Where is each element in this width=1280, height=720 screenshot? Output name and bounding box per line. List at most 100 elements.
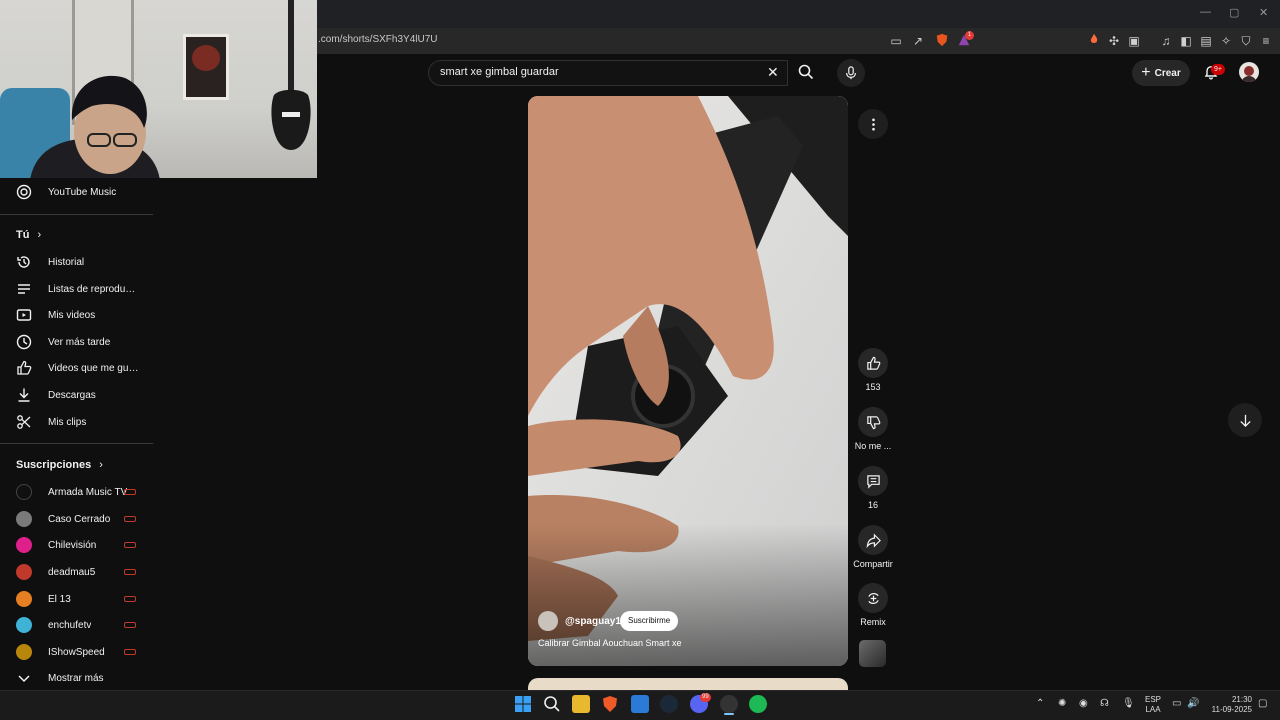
download-icon bbox=[0, 387, 48, 403]
search-icon[interactable] bbox=[798, 64, 814, 85]
sidebar-item-watch-later[interactable]: Ver más tarde bbox=[0, 329, 155, 355]
sidebar-item-youtube-music[interactable]: YouTube Music bbox=[0, 179, 155, 205]
next-short-preview[interactable] bbox=[528, 678, 848, 690]
close-window-icon[interactable]: ✕ bbox=[1259, 6, 1268, 19]
sidebar-item-label: Historial bbox=[48, 256, 85, 268]
channel-handle[interactable]: @spaguay1 bbox=[565, 616, 621, 627]
share-page-icon[interactable]: ↗ bbox=[910, 33, 926, 49]
clock[interactable]: 21:30 11-09-2025 bbox=[1210, 695, 1252, 715]
sidebar-item-label: Armada Music TV bbox=[48, 486, 128, 498]
show-more-button[interactable]: Mostrar más bbox=[0, 665, 155, 691]
input-language[interactable]: ESP LAA bbox=[1145, 695, 1161, 715]
share-button[interactable] bbox=[858, 525, 888, 555]
remix-label: Remix bbox=[860, 617, 886, 627]
account-avatar[interactable] bbox=[1239, 62, 1259, 82]
tray-chevron-up-icon[interactable]: ⌃ bbox=[1036, 698, 1044, 709]
fire-icon[interactable] bbox=[1086, 33, 1102, 49]
spotify-icon[interactable] bbox=[749, 695, 767, 713]
tray-app-icon[interactable]: ✺ bbox=[1058, 698, 1066, 709]
webcam-person bbox=[30, 75, 160, 178]
sidebar-sub-el13[interactable]: El 13 bbox=[0, 586, 155, 612]
voice-search-button[interactable] bbox=[837, 59, 865, 87]
playlist-icon bbox=[0, 281, 48, 297]
sidebar-item-label: Descargas bbox=[48, 389, 96, 401]
clear-search-icon[interactable]: ✕ bbox=[767, 64, 779, 81]
webcam-overlay bbox=[0, 0, 317, 178]
sidebar-item-label: Caso Cerrado bbox=[48, 513, 111, 525]
sidebar-sub-armada[interactable]: Armada Music TV bbox=[0, 479, 155, 505]
thumbs-down-icon bbox=[866, 415, 880, 429]
sidebar-item-downloads[interactable]: Descargas bbox=[0, 382, 155, 408]
sidebar-item-label: enchufetv bbox=[48, 619, 92, 631]
subscriptions-heading[interactable]: Suscripciones › bbox=[16, 459, 103, 471]
media-icon[interactable]: ♫ bbox=[1158, 33, 1174, 49]
screenshot-icon[interactable]: ▣ bbox=[1126, 33, 1142, 49]
sidebar-sub-caso-cerrado[interactable]: Caso Cerrado bbox=[0, 506, 155, 532]
brave-browser-icon[interactable] bbox=[601, 695, 619, 713]
discord-badge: 99 bbox=[700, 693, 711, 702]
subscribe-button[interactable]: Suscribirme bbox=[620, 611, 679, 631]
headset-icon[interactable]: ☊ bbox=[1100, 698, 1109, 709]
vertical-dots-icon bbox=[871, 118, 875, 130]
taskbar-search-icon[interactable] bbox=[543, 695, 561, 713]
live-indicator bbox=[124, 596, 136, 602]
short-video-player[interactable]: @spaguay1 Suscribirme Calibrar Gimbal Ao… bbox=[528, 96, 848, 666]
wallet-icon[interactable]: ▤ bbox=[1198, 33, 1214, 49]
sidebar-sub-chilevision[interactable]: Chilevisión bbox=[0, 532, 155, 558]
url-text[interactable]: .com/shorts/SXFh3Y4lU7U bbox=[318, 34, 438, 45]
next-short-button[interactable] bbox=[1228, 403, 1262, 437]
sidebar-item-clips[interactable]: Mis clips bbox=[0, 409, 155, 435]
rewards-badge: 1 bbox=[965, 31, 974, 40]
sidebar-sub-deadmau5[interactable]: deadmau5 bbox=[0, 559, 155, 585]
live-indicator bbox=[124, 542, 136, 548]
minimize-icon[interactable]: — bbox=[1200, 6, 1211, 18]
sidebar-toggle-icon[interactable]: ◧ bbox=[1178, 33, 1194, 49]
sidebar-item-liked[interactable]: Videos que me gus... bbox=[0, 355, 155, 381]
sound-thumbnail[interactable] bbox=[859, 640, 886, 667]
sidebar-item-my-videos[interactable]: Mis videos bbox=[0, 302, 155, 328]
more-options-button[interactable] bbox=[858, 109, 888, 139]
volume-icon[interactable]: 🔊 bbox=[1187, 698, 1199, 709]
sidebar-sub-ishowspeed[interactable]: IShowSpeed bbox=[0, 639, 155, 665]
live-indicator bbox=[124, 516, 136, 522]
remix-button[interactable] bbox=[858, 583, 888, 613]
maximize-icon[interactable]: ▢ bbox=[1229, 6, 1239, 19]
channel-avatar[interactable] bbox=[538, 611, 558, 631]
extensions-icon[interactable]: ✣ bbox=[1106, 33, 1122, 49]
brave-shield-icon[interactable] bbox=[934, 33, 950, 49]
menu-icon[interactable]: ≡ bbox=[1258, 33, 1274, 49]
channel-avatar bbox=[16, 644, 32, 660]
scissors-icon bbox=[0, 414, 48, 430]
sidebar-item-label: El 13 bbox=[48, 593, 71, 605]
notification-center-icon[interactable]: ▢ bbox=[1258, 698, 1267, 709]
create-button[interactable]: + Crear bbox=[1132, 60, 1190, 86]
microphone-tray-icon[interactable]: 🎙 bbox=[1122, 698, 1135, 709]
live-indicator bbox=[124, 489, 136, 495]
sidebar-divider bbox=[0, 214, 153, 215]
sidebar-item-history[interactable]: Historial bbox=[0, 249, 155, 275]
channel-avatar bbox=[16, 511, 32, 527]
file-explorer-icon[interactable] bbox=[572, 695, 590, 713]
comment-count: 16 bbox=[867, 500, 878, 510]
windows-start-icon[interactable] bbox=[514, 695, 532, 713]
steam-icon[interactable] bbox=[660, 695, 678, 713]
leo-ai-icon[interactable]: ✧ bbox=[1218, 33, 1234, 49]
channel-avatar bbox=[16, 537, 32, 553]
live-indicator bbox=[124, 622, 136, 628]
photos-icon[interactable] bbox=[631, 695, 649, 713]
sidebar-item-playlists[interactable]: Listas de reproducc... bbox=[0, 276, 155, 302]
chevron-right-icon: › bbox=[37, 229, 42, 241]
network-icon[interactable]: ▭ bbox=[1172, 698, 1181, 709]
tray-steam-icon[interactable]: ◉ bbox=[1079, 698, 1088, 709]
dislike-button[interactable] bbox=[858, 407, 888, 437]
obs-icon[interactable] bbox=[720, 695, 738, 713]
webcam-poster bbox=[183, 34, 229, 100]
cast-icon[interactable]: ▭ bbox=[888, 33, 904, 49]
like-button[interactable] bbox=[858, 348, 888, 378]
search-input-value[interactable]: smart xe gimbal guardar bbox=[440, 66, 559, 78]
comments-button[interactable] bbox=[858, 466, 888, 496]
sidebar-sub-enchufetv[interactable]: enchufetv bbox=[0, 612, 155, 638]
notification-count-badge: 9+ bbox=[1211, 64, 1225, 75]
vpn-shield-icon[interactable]: ⛉ bbox=[1238, 33, 1254, 49]
you-heading[interactable]: Tú › bbox=[16, 229, 41, 241]
